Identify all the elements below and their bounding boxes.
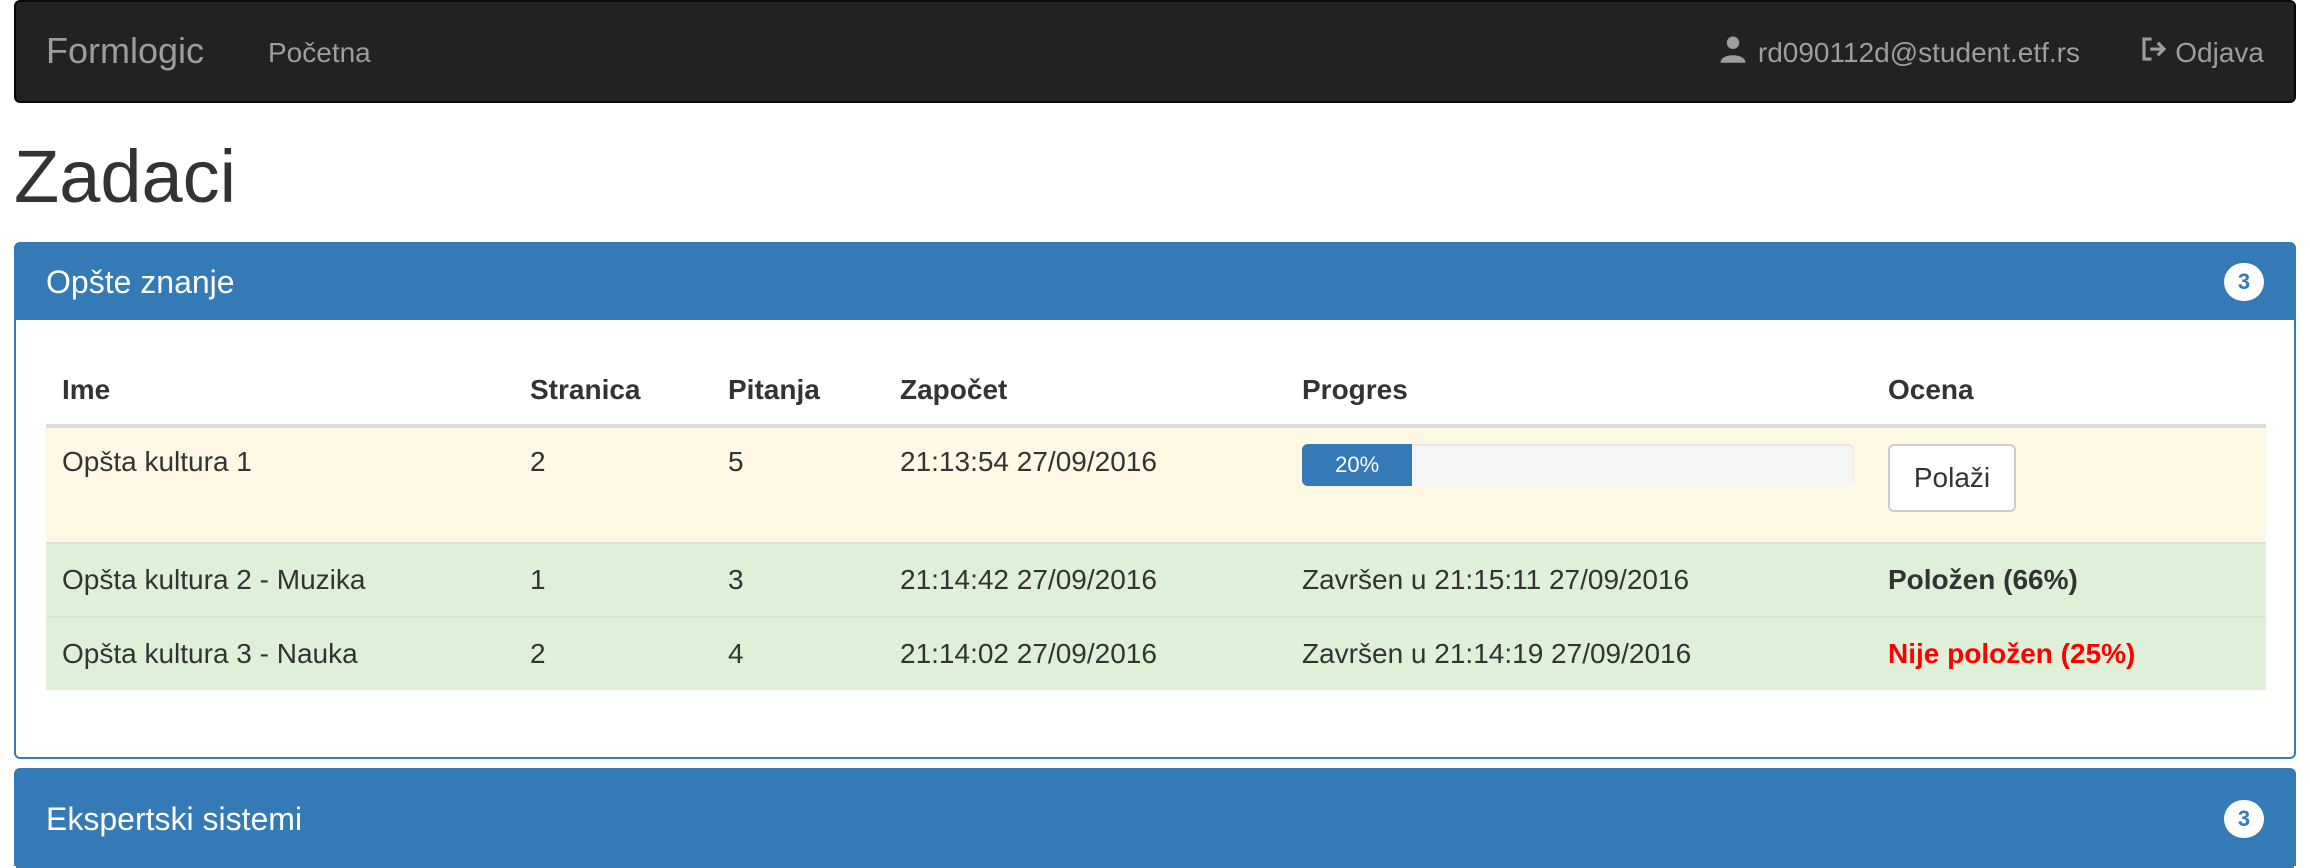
task-pages: 2	[530, 638, 546, 669]
header-pitanja: Pitanja	[728, 374, 820, 405]
navbar: Formlogic Početna rd090112d@student.etf.…	[14, 0, 2296, 103]
task-grade: Nije položen (25%)	[1888, 638, 2136, 669]
task-started: 21:14:42 27/09/2016	[900, 564, 1157, 595]
panel-title: Ekspertski sistemi	[46, 800, 303, 837]
table-header-row: Ime Stranica Pitanja Započet Progres Oce…	[46, 348, 2266, 428]
panel-heading[interactable]: Ekspertski sistemi 3	[16, 770, 2294, 868]
table-row: Opšta kultura 1 2 5 21:13:54 27/09/2016 …	[46, 428, 2266, 544]
nav-home-link[interactable]: Početna	[268, 37, 371, 69]
task-questions: 5	[728, 446, 744, 477]
task-questions: 3	[728, 564, 744, 595]
task-progress: Završen u 21:14:19 27/09/2016	[1302, 638, 1692, 669]
header-ime: Ime	[62, 374, 111, 405]
count-badge: 3	[2224, 263, 2264, 301]
user-icon	[1718, 34, 1748, 71]
task-pages: 1	[530, 564, 546, 595]
task-progress: Završen u 21:15:11 27/09/2016	[1302, 564, 1690, 595]
panel-ekspertski-sistemi: Ekspertski sistemi 3	[14, 768, 2296, 868]
page: Formlogic Početna rd090112d@student.etf.…	[0, 0, 2310, 868]
table-row: Opšta kultura 2 - Muzika 1 3 21:14:42 27…	[46, 544, 2266, 618]
panel-heading[interactable]: Opšte znanje 3	[16, 244, 2294, 320]
task-grade: Položen (66%)	[1888, 564, 2078, 595]
user-email: rd090112d@student.etf.rs	[1757, 36, 2080, 68]
panel-title: Opšte znanje	[46, 263, 235, 300]
logout-label: Odjava	[2175, 36, 2264, 68]
table-row: Opšta kultura 3 - Nauka 2 4 21:14:02 27/…	[46, 618, 2266, 690]
logout-link[interactable]: Odjava	[2139, 34, 2264, 71]
task-name: Opšta kultura 3 - Nauka	[62, 638, 358, 669]
task-name: Opšta kultura 2 - Muzika	[62, 564, 366, 595]
task-pages: 2	[530, 446, 546, 477]
header-zapocet: Započet	[900, 374, 1008, 405]
header-progres: Progres	[1302, 374, 1408, 405]
header-stranica: Stranica	[530, 374, 641, 405]
task-name: Opšta kultura 1	[62, 446, 252, 477]
progress-bar-fill: 20%	[1302, 444, 1413, 486]
progress-bar-track: 20%	[1302, 444, 1854, 486]
task-questions: 4	[728, 638, 744, 669]
take-test-button[interactable]: Polaži	[1888, 444, 2016, 512]
user-link[interactable]: rd090112d@student.etf.rs	[1718, 34, 2080, 71]
count-badge: 3	[2224, 800, 2264, 838]
logout-icon	[2139, 34, 2169, 71]
header-ocena: Ocena	[1888, 374, 1974, 405]
task-started: 21:13:54 27/09/2016	[900, 446, 1157, 477]
page-title: Zadaci	[14, 135, 237, 218]
tasks-table: Ime Stranica Pitanja Započet Progres Oce…	[46, 348, 2266, 690]
panel-opste-znanje: Opšte znanje 3 Ime Stranica Pitanja Zapo…	[14, 242, 2296, 759]
task-started: 21:14:02 27/09/2016	[900, 638, 1157, 669]
brand-link[interactable]: Formlogic	[46, 30, 204, 72]
